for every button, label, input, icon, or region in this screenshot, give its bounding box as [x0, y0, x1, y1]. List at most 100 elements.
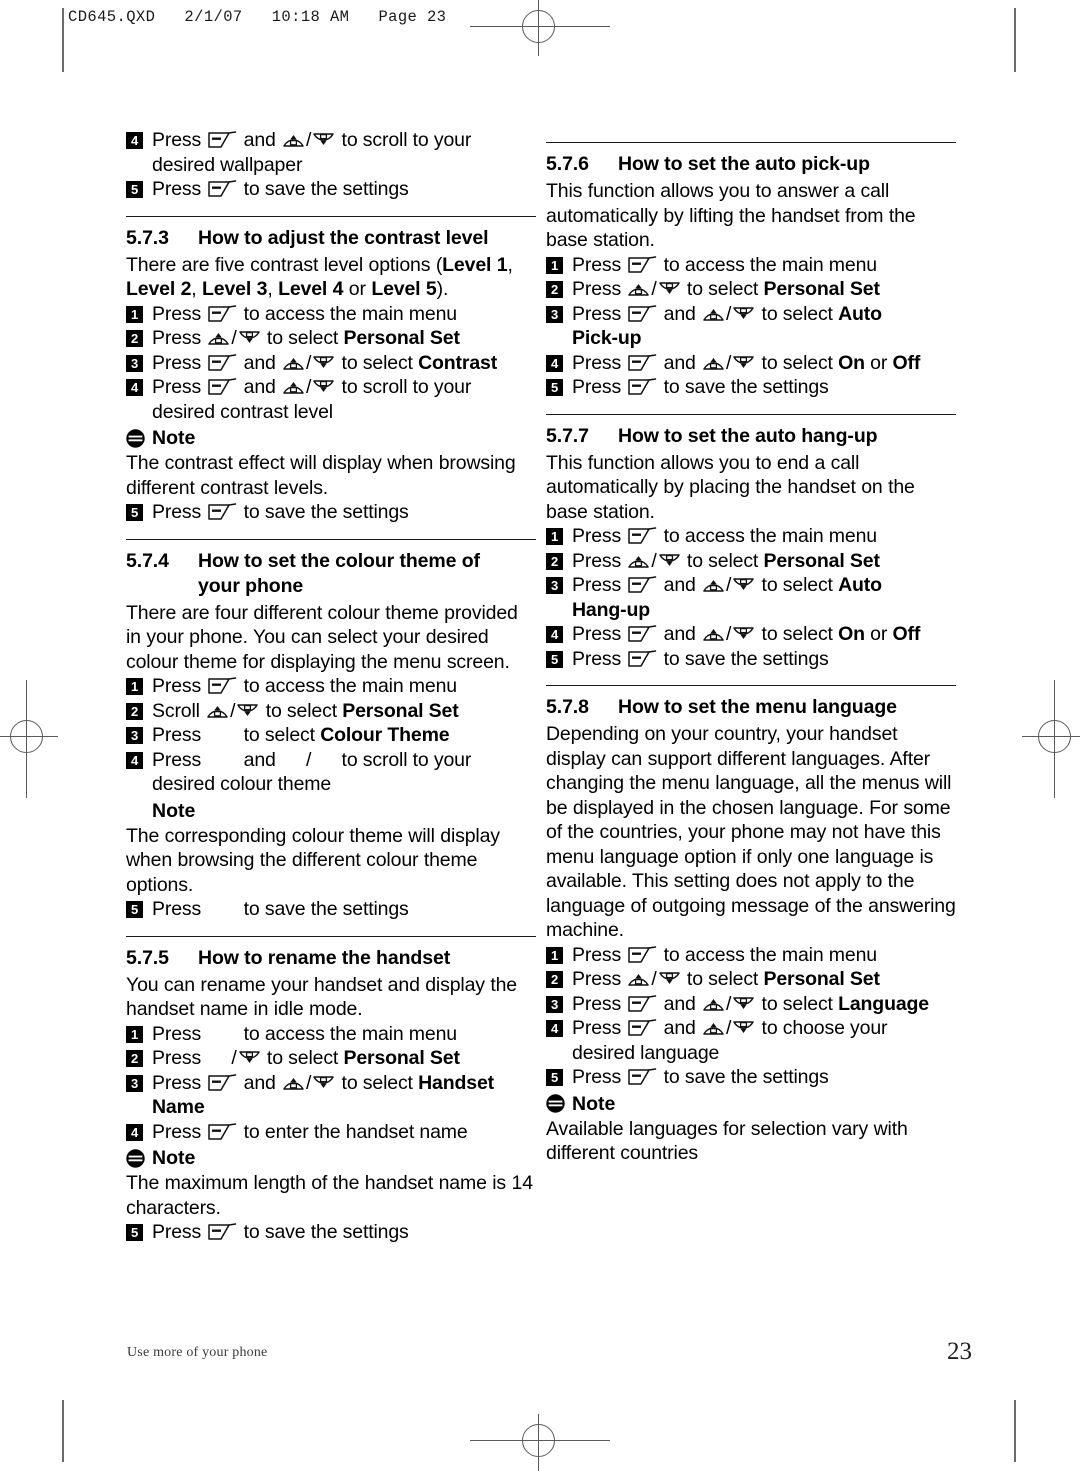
section-heading: 5.7.3 How to adjust the contrast level	[126, 226, 536, 251]
numbered-step: 4 Press and / to scroll to your	[126, 128, 536, 153]
note-heading: Note	[126, 425, 536, 451]
step-text: Press / to select Personal Set	[572, 278, 880, 300]
nav-up-key-icon	[627, 551, 650, 570]
key-separator-slash: /	[651, 549, 657, 572]
manual-page: 4 Press and / to scroll to your desired wa…	[0, 0, 1080, 1471]
numbered-step: 3 Press to select Colour Theme	[126, 723, 536, 748]
nav-up-key-icon	[206, 701, 229, 720]
menu-item-label: Level 3	[202, 278, 268, 300]
step-text: Press to save the settings	[152, 178, 409, 200]
numbered-step: 3 Press and / to select Auto	[546, 302, 956, 327]
nav-down-key-icon	[658, 279, 681, 298]
numbered-step: 5 Press to save the settings	[546, 1065, 956, 1090]
soft-key-icon	[627, 255, 657, 274]
soft-key-icon	[627, 1018, 657, 1037]
step-text: Press and / to select Handset	[152, 1071, 494, 1094]
section-title: How to set the auto hang-up	[618, 424, 878, 447]
step-text: Press to save the settings	[572, 1066, 829, 1088]
menu-item-label: Personal Set	[343, 1047, 460, 1069]
key-separator-slash: /	[726, 1017, 732, 1039]
step-number-badge: 4	[126, 1123, 143, 1141]
step-number-badge: 3	[546, 305, 563, 323]
key-separator-slash: /	[651, 968, 657, 990]
note-heading: Note	[126, 798, 536, 824]
key-separator-slash: /	[306, 748, 312, 771]
step-number-badge: 5	[546, 650, 563, 668]
step-number-badge: 4	[126, 751, 143, 769]
nav-up-key-icon	[702, 624, 725, 643]
right-column: 5.7.6 How to set the auto pick-up This fun…	[546, 128, 956, 1166]
numbered-step: 3 Press and / to select Language	[546, 992, 956, 1017]
menu-item-label: Contrast	[418, 351, 498, 374]
step-number-badge: 2	[546, 281, 563, 298]
soft-key-icon	[627, 994, 657, 1013]
numbered-step: 1 Press to access the main menu	[126, 1022, 536, 1047]
section-intro-paragraph: There are four different colour theme pr…	[126, 601, 518, 673]
soft-key-icon	[207, 502, 237, 521]
step-number-badge: 1	[126, 678, 143, 695]
section-heading: 5.7.4 How to set the colour theme of your …	[126, 549, 536, 599]
section-number: 5.7.8	[546, 696, 589, 718]
soft-key-icon	[627, 377, 657, 396]
menu-item-label: On	[838, 351, 865, 374]
nav-down-key-icon	[312, 1073, 335, 1092]
numbered-step: 4 Press and / to select On or Off	[546, 622, 956, 647]
nav-down-key-icon	[658, 969, 681, 988]
section-intro-paragraph: This function allows you to answer a cal…	[546, 180, 916, 251]
soft-key-icon	[207, 353, 237, 372]
step-text: Press to access the main menu	[572, 253, 877, 276]
key-separator-slash: /	[231, 327, 237, 349]
section-divider-rule	[126, 538, 536, 540]
numbered-step: 5 Press to save the settings	[546, 647, 956, 672]
soft-key-icon	[207, 1122, 237, 1141]
step-number-badge: 3	[126, 354, 143, 372]
key-separator-slash: /	[651, 278, 657, 300]
section-divider-rule	[126, 215, 536, 217]
menu-item-label: Personal Set	[342, 699, 459, 722]
step-number-badge: 4	[546, 1020, 563, 1037]
nav-up-key-icon	[702, 1018, 725, 1037]
step-continuation-line: desired wallpaper	[152, 153, 303, 176]
section-divider-rule	[546, 413, 956, 415]
step-text: Press to enter the handset name	[152, 1120, 468, 1143]
menu-item-label: Level 1	[442, 253, 508, 276]
numbered-step: 2 Press / to select Personal Set	[546, 277, 956, 302]
soft-key-icon	[627, 624, 657, 643]
note-label: Note	[152, 427, 196, 449]
section-intro-paragraph: There are five contrast level options (L…	[126, 253, 513, 301]
step-number-badge: 4	[126, 379, 143, 396]
step-number-badge: 1	[546, 528, 563, 545]
menu-item-label: On	[838, 623, 865, 645]
soft-key-icon	[627, 304, 657, 323]
step-text: Press and / to scroll to your	[152, 748, 472, 771]
key-separator-slash: /	[726, 302, 732, 325]
section-heading: 5.7.6 How to set the auto pick-up	[546, 152, 956, 177]
key-separator-slash: /	[306, 376, 312, 398]
soft-key-icon	[627, 945, 657, 964]
step-number-badge: 3	[126, 727, 143, 744]
menu-item-label: Personal Set	[763, 968, 880, 990]
numbered-step: 1 Press to access the main menu	[126, 674, 536, 699]
numbered-step: 3 Press and / to select Handset	[126, 1071, 536, 1096]
nav-down-key-icon	[312, 130, 335, 149]
key-separator-slash: /	[726, 992, 732, 1015]
numbered-step: 2 Scroll / to select Personal Set	[126, 699, 536, 724]
nav-up-key-icon-blank	[282, 750, 305, 769]
nav-down-key-icon	[732, 353, 755, 372]
step-number-badge: 1	[126, 305, 143, 323]
soft-key-icon	[627, 353, 657, 372]
nav-up-key-icon	[282, 377, 305, 396]
nav-down-key-icon	[732, 994, 755, 1013]
page-number: 23	[947, 1338, 972, 1365]
numbered-step: 2 Press / to select Personal Set	[546, 967, 956, 992]
step-number-badge: 3	[126, 1074, 143, 1092]
numbered-step: 3 Press and / to select Contrast	[126, 351, 536, 376]
note-bullet-icon	[546, 1094, 565, 1113]
step-text: Press to access the main menu	[152, 302, 457, 325]
menu-item-label: Off	[892, 351, 921, 374]
step-text: Press and / to scroll to your	[152, 376, 472, 398]
soft-key-icon	[627, 1067, 657, 1086]
key-separator-slash: /	[230, 699, 236, 722]
key-separator-slash: /	[726, 574, 732, 596]
step-text: Press to access the main menu	[152, 675, 457, 697]
